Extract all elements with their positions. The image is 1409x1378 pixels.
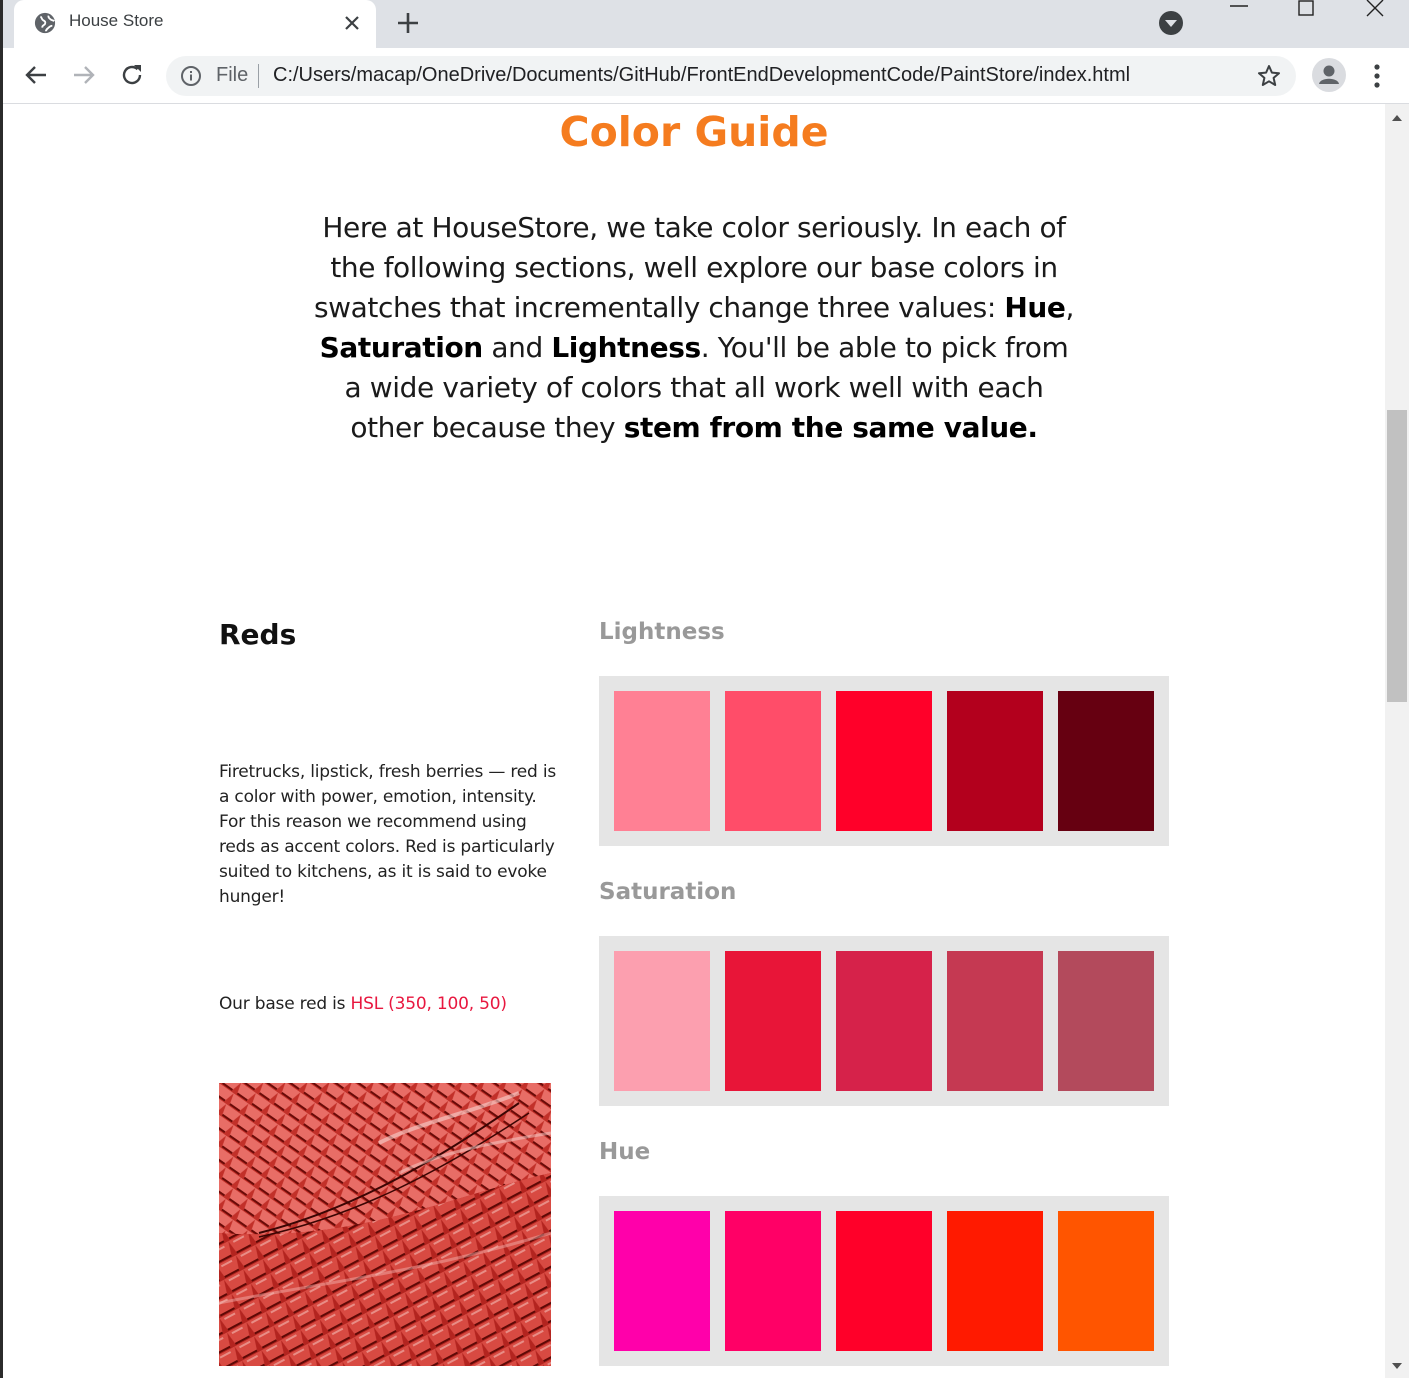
tab-title: House Store	[69, 11, 164, 30]
url-text[interactable]: C:/Users/macap/OneDrive/Documents/GitHub…	[273, 64, 1130, 87]
base-color-prefix: Our base red is	[219, 994, 351, 1014]
browser-toolbar: File C:/Users/macap/OneDrive/Documents/G…	[0, 48, 1409, 104]
intro-and: and	[482, 331, 552, 364]
plus-icon[interactable]	[394, 9, 422, 37]
scroll-up-arrow-icon[interactable]	[1385, 108, 1409, 128]
color-swatch[interactable]	[1058, 1211, 1154, 1351]
page-title: Color Guide	[559, 108, 829, 156]
chevron-down-icon[interactable]	[1158, 10, 1184, 36]
color-swatch[interactable]	[725, 951, 821, 1091]
swatch-panel	[599, 676, 1169, 846]
more-vert-icon[interactable]	[1366, 62, 1388, 90]
browser-tab[interactable]: House Store	[14, 0, 376, 48]
star-icon[interactable]	[1256, 63, 1282, 89]
swatch-panel	[599, 936, 1169, 1106]
intro-lightness: Lightness	[551, 331, 701, 364]
intro-paragraph: Here at HouseStore, we take color seriou…	[313, 208, 1075, 448]
window-close-icon[interactable]	[1362, 0, 1388, 20]
color-swatch[interactable]	[836, 951, 932, 1091]
base-color-value: HSL (350, 100, 50)	[350, 994, 507, 1014]
vertical-scrollbar[interactable]	[1385, 104, 1409, 1378]
back-arrow-icon[interactable]	[22, 61, 50, 89]
omnibox-divider	[258, 64, 259, 88]
close-icon[interactable]	[342, 13, 362, 33]
color-swatch[interactable]	[614, 951, 710, 1091]
color-swatch[interactable]	[947, 691, 1043, 831]
maximize-icon[interactable]	[1293, 0, 1319, 20]
profile-avatar[interactable]	[1312, 58, 1346, 92]
intro-saturation: Saturation	[319, 331, 484, 364]
intro-hue: Hue	[1004, 291, 1066, 324]
color-swatch[interactable]	[1058, 691, 1154, 831]
intro-emphasis: stem from the same value.	[623, 411, 1038, 444]
color-swatch[interactable]	[614, 691, 710, 831]
scrollbar-thumb[interactable]	[1387, 410, 1407, 702]
base-color-line: Our base red is HSL (350, 100, 50)	[219, 994, 507, 1014]
swatch-panel	[599, 1196, 1169, 1366]
globe-icon	[34, 12, 56, 34]
url-scheme: File	[216, 64, 249, 86]
minimize-icon[interactable]	[1226, 0, 1252, 16]
red-tiles-photo	[219, 1083, 551, 1366]
intro-comma: ,	[1065, 291, 1075, 324]
color-swatch[interactable]	[725, 1211, 821, 1351]
color-swatch[interactable]	[836, 691, 932, 831]
color-swatch[interactable]	[836, 1211, 932, 1351]
address-bar[interactable]: File C:/Users/macap/OneDrive/Documents/G…	[166, 56, 1296, 96]
page-viewport: Color Guide Here at HouseStore, we take …	[3, 104, 1385, 1378]
tab-strip: House Store	[0, 0, 1409, 48]
section-description: Firetrucks, lipstick, fresh berries — re…	[219, 762, 557, 907]
color-swatch[interactable]	[947, 951, 1043, 1091]
swatch-group-label: Hue	[599, 1139, 651, 1165]
info-icon[interactable]	[180, 65, 202, 87]
forward-arrow-icon[interactable]	[70, 61, 98, 89]
swatch-group-label: Saturation	[599, 879, 737, 905]
section-heading-reds: Reds	[219, 618, 297, 651]
color-swatch[interactable]	[1058, 951, 1154, 1091]
color-swatch[interactable]	[947, 1211, 1043, 1351]
color-swatch[interactable]	[614, 1211, 710, 1351]
scroll-down-arrow-icon[interactable]	[1385, 1356, 1409, 1376]
reload-icon[interactable]	[118, 61, 146, 89]
intro-text-1: Here at HouseStore, we take color seriou…	[313, 211, 1066, 324]
swatch-group-label: Lightness	[599, 619, 725, 645]
color-swatch[interactable]	[725, 691, 821, 831]
person-icon	[1319, 65, 1339, 84]
